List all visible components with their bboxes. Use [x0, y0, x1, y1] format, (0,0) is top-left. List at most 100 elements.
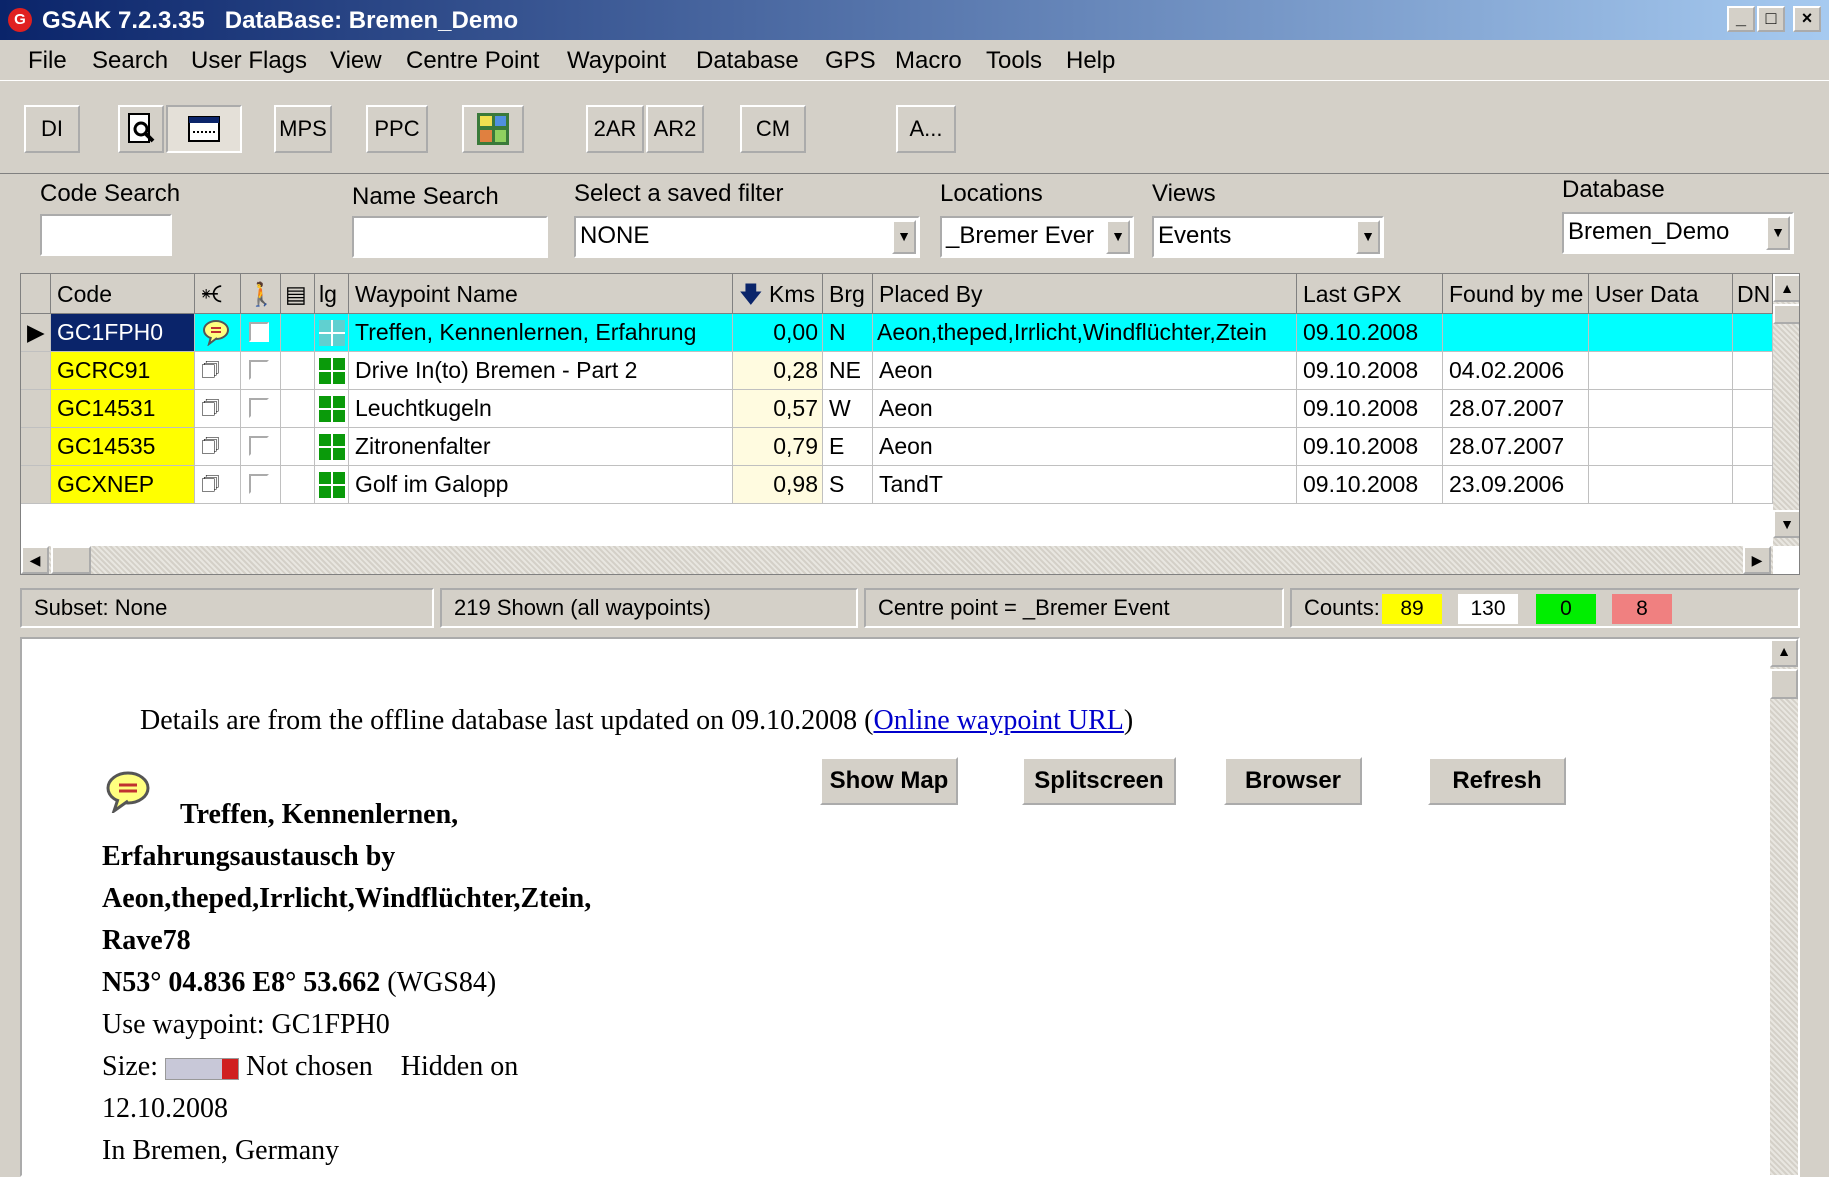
- column-header-found-by-me[interactable]: Found by me: [1443, 274, 1589, 314]
- browser-button[interactable]: Browser: [1224, 757, 1362, 805]
- menu-centre-point[interactable]: Centre Point: [406, 47, 539, 75]
- menu-tools[interactable]: Tools: [986, 47, 1042, 75]
- window-icon: [188, 116, 220, 142]
- cell-kms: 0,79: [733, 428, 823, 466]
- user-flag-checkbox[interactable]: [249, 436, 269, 456]
- table-row[interactable]: GCXNEP 🗇 Golf im Galopp 0,98 S TandT 09.…: [21, 466, 1799, 504]
- minimize-button[interactable]: _: [1727, 6, 1755, 32]
- menu-waypoint[interactable]: Waypoint: [567, 47, 666, 75]
- views-dropdown-icon[interactable]: ▼: [1356, 220, 1380, 254]
- toolbar-ppc-button[interactable]: PPC: [366, 105, 428, 153]
- cell-user-flag[interactable]: [241, 352, 281, 390]
- online-waypoint-url-link[interactable]: Online waypoint URL: [873, 705, 1123, 736]
- print-preview-button[interactable]: [118, 105, 164, 153]
- detail-vertical-scrollbar[interactable]: [1770, 639, 1798, 1175]
- menu-view[interactable]: View: [330, 47, 382, 75]
- cell-code[interactable]: GC14535: [51, 428, 195, 466]
- locations-select[interactable]: _Bremer Ever ▼: [940, 216, 1134, 258]
- user-flag-checkbox[interactable]: [249, 398, 269, 418]
- database-select[interactable]: Bremen_Demo ▼: [1562, 212, 1794, 254]
- grid-scroll-left-arrow-icon[interactable]: ◀: [21, 546, 49, 574]
- menu-help[interactable]: Help: [1066, 47, 1115, 75]
- table-row[interactable]: GCRC91 🗇 Drive In(to) Bremen - Part 2 0,…: [21, 352, 1799, 390]
- print-preview-icon: [128, 113, 155, 143]
- cell-code[interactable]: GC14531: [51, 390, 195, 428]
- cell-notes: [281, 352, 315, 390]
- cell-user-flag[interactable]: [241, 390, 281, 428]
- toolbar-ar2-button[interactable]: AR2: [646, 105, 704, 153]
- toolbar-mps-button[interactable]: MPS: [274, 105, 332, 153]
- title-bar: G GSAK 7.2.3.35 DataBase: Bremen_Demo _ …: [0, 0, 1829, 40]
- toolbar-di-button[interactable]: DI: [24, 105, 80, 153]
- grid-horizontal-scroll-thumb[interactable]: [51, 546, 91, 574]
- column-header-user-flag[interactable]: 🚶: [241, 274, 281, 314]
- name-search-input[interactable]: [352, 216, 548, 258]
- column-header-code[interactable]: Code: [51, 274, 195, 314]
- cell-user-flag[interactable]: [241, 428, 281, 466]
- table-row[interactable]: GC14535 🗇 Zitronenfalter 0,79 E Aeon 09.…: [21, 428, 1799, 466]
- detail-vertical-scroll-thumb[interactable]: [1770, 669, 1798, 699]
- cell-code[interactable]: GCRC91: [51, 352, 195, 390]
- views-select[interactable]: Events ▼: [1152, 216, 1384, 258]
- cell-placed-by: TandT: [873, 466, 1297, 504]
- maximize-button[interactable]: □: [1757, 6, 1785, 32]
- map-button[interactable]: [462, 105, 524, 153]
- detail-scroll-up-arrow-icon[interactable]: ▲: [1770, 639, 1798, 667]
- cell-found-by-me: 23.09.2006: [1443, 466, 1589, 504]
- locations-dropdown-icon[interactable]: ▼: [1106, 220, 1130, 254]
- toolbar-cm-button[interactable]: CM: [740, 105, 806, 153]
- toolbar-2ar-button[interactable]: 2AR: [586, 105, 644, 153]
- close-button[interactable]: ×: [1793, 6, 1821, 32]
- split-view-button[interactable]: [166, 105, 242, 153]
- column-header-waypoint-name[interactable]: Waypoint Name: [349, 274, 733, 314]
- column-header-brg[interactable]: Brg: [823, 274, 873, 314]
- cell-dnf: [1733, 428, 1773, 466]
- size-line: Size: Not chosen Hidden on: [102, 1051, 518, 1083]
- cell-waypoint-name[interactable]: Leuchtkugeln: [349, 390, 733, 428]
- column-header-user-data[interactable]: User Data: [1589, 274, 1733, 314]
- cell-waypoint-name[interactable]: Golf im Galopp: [349, 466, 733, 504]
- database-dropdown-icon[interactable]: ▼: [1766, 216, 1790, 250]
- user-flag-checkbox[interactable]: [249, 322, 269, 342]
- cell-lg: [315, 352, 349, 390]
- menu-gps[interactable]: GPS: [825, 47, 876, 75]
- menu-user-flags[interactable]: User Flags: [191, 47, 307, 75]
- cell-code[interactable]: GC1FPH0: [51, 314, 195, 352]
- cell-code[interactable]: GCXNEP: [51, 466, 195, 504]
- sort-down-arrow-icon: 🡇: [739, 281, 763, 307]
- toolbar-a-button[interactable]: A...: [896, 105, 956, 153]
- column-header-notes[interactable]: ▤: [281, 274, 315, 314]
- column-header-lg[interactable]: lg: [315, 274, 349, 314]
- cell-waypoint-name[interactable]: Treffen, Kennenlernen, Erfahrung: [349, 314, 733, 352]
- column-header-kms[interactable]: 🡇 Kms: [733, 274, 823, 314]
- user-flag-checkbox[interactable]: [249, 474, 269, 494]
- cell-waypoint-name[interactable]: Zitronenfalter: [349, 428, 733, 466]
- grid-horizontal-scrollbar[interactable]: [21, 546, 1773, 574]
- code-search-input[interactable]: [40, 214, 172, 256]
- user-flag-checkbox[interactable]: [249, 360, 269, 380]
- grid-scroll-up-arrow-icon[interactable]: ▲: [1773, 274, 1799, 302]
- use-waypoint-line: Use waypoint: GC1FPH0: [102, 1009, 390, 1040]
- cell-user-data: [1589, 352, 1733, 390]
- menu-database[interactable]: Database: [696, 47, 799, 75]
- grid-vertical-scroll-thumb[interactable]: [1773, 304, 1799, 324]
- grid-scroll-right-arrow-icon[interactable]: ▶: [1743, 546, 1771, 574]
- splitscreen-button[interactable]: Splitscreen: [1022, 757, 1176, 805]
- table-row[interactable]: GC14531 🗇 Leuchtkugeln 0,57 W Aeon 09.10…: [21, 390, 1799, 428]
- grid-scroll-down-arrow-icon[interactable]: ▼: [1773, 510, 1799, 538]
- saved-filter-dropdown-icon[interactable]: ▼: [892, 220, 916, 254]
- show-map-button[interactable]: Show Map: [820, 757, 958, 805]
- menu-file[interactable]: File: [28, 47, 67, 75]
- column-header-last-gpx[interactable]: Last GPX: [1297, 274, 1443, 314]
- saved-filter-select[interactable]: NONE ▼: [574, 216, 920, 258]
- cell-user-flag[interactable]: [241, 466, 281, 504]
- refresh-button[interactable]: Refresh: [1428, 757, 1566, 805]
- menu-search[interactable]: Search: [92, 47, 168, 75]
- column-header-dnf[interactable]: DN: [1733, 274, 1773, 314]
- menu-macro[interactable]: Macro: [895, 47, 962, 75]
- cell-waypoint-name[interactable]: Drive In(to) Bremen - Part 2: [349, 352, 733, 390]
- column-header-placed-by[interactable]: Placed By: [873, 274, 1297, 314]
- table-row[interactable]: ▶ GC1FPH0 Treffen, Kennenlernen, Erfahru…: [21, 314, 1799, 352]
- cell-user-flag[interactable]: [241, 314, 281, 352]
- column-header-type[interactable]: 🝒: [195, 274, 241, 314]
